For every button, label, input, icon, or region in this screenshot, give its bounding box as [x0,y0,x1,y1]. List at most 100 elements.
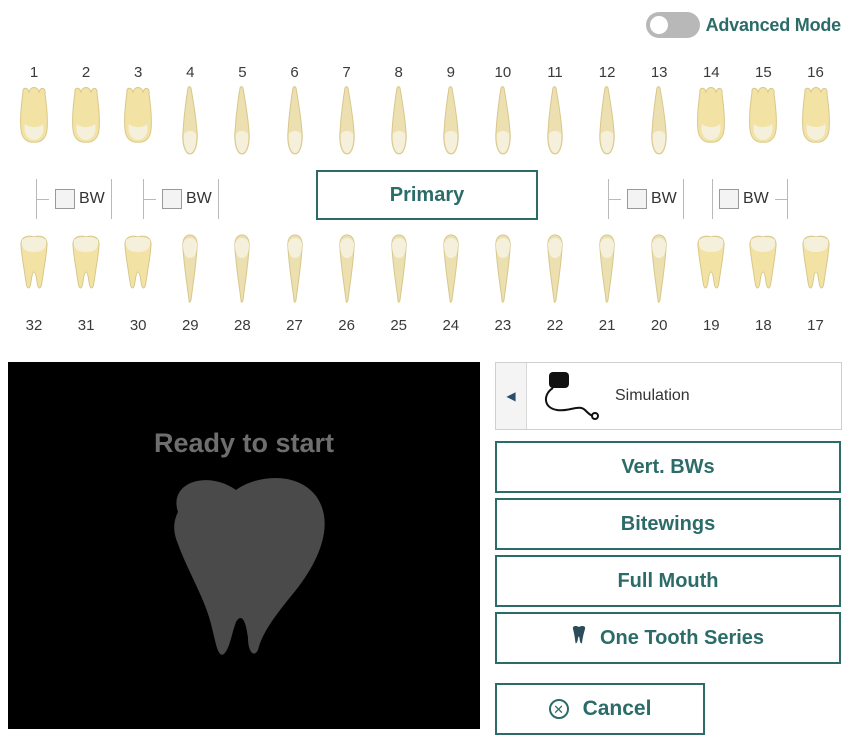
tooth-11[interactable] [545,86,565,156]
primary-button[interactable]: Primary [316,170,538,220]
lower-tooth-number: 19 [702,317,720,334]
tooth-7[interactable] [337,86,357,156]
checkbox[interactable] [55,189,75,209]
tooth-10[interactable] [493,86,513,156]
divider [682,179,684,219]
tooth-5[interactable] [232,86,252,156]
tooth-4[interactable] [180,86,200,156]
tooth-31[interactable] [71,234,101,292]
divider [110,179,112,219]
cancel-label: Cancel [582,697,652,720]
device-name: Simulation [615,387,690,404]
tooth-32[interactable] [19,234,49,292]
lower-teeth-row [0,234,845,310]
tooth-20[interactable] [649,234,669,304]
tooth-15[interactable] [748,86,778,144]
advanced-mode-toggle[interactable] [645,12,700,38]
tooth-24[interactable] [441,234,461,304]
tooth-19[interactable] [696,234,726,292]
tooth-30[interactable] [123,234,153,292]
cancel-button[interactable]: ✕ Cancel [495,683,705,735]
bitewings-button[interactable]: Bitewings [495,498,841,550]
divider [144,198,156,200]
checkbox[interactable] [162,189,182,209]
divider [774,198,787,200]
full-mouth-button[interactable]: Full Mouth [495,555,841,607]
bw-checkbox-1[interactable]: BW [55,189,105,209]
tooth-2[interactable] [71,86,101,144]
upper-tooth-number: 8 [394,64,403,81]
full-mouth-label: Full Mouth [617,569,719,592]
upper-tooth-number: 1 [29,64,39,81]
checkbox[interactable] [627,189,647,209]
tooth-14[interactable] [696,86,726,144]
tooth-18[interactable] [748,234,778,292]
upper-tooth-number: 4 [186,64,195,81]
tooth-3[interactable] [123,86,153,144]
tooth-8[interactable] [389,86,409,156]
tooth-16[interactable] [801,86,831,144]
checkbox[interactable] [719,189,739,209]
upper-tooth-number: 14 [702,64,720,81]
tooth-icon [572,625,586,650]
tooth-28[interactable] [232,234,252,304]
tooth-9[interactable] [441,86,461,156]
lower-tooth-number: 24 [442,317,460,334]
lower-tooth-number: 25 [390,317,408,334]
tooth-23[interactable] [493,234,513,304]
one-tooth-series-button[interactable]: One Tooth Series [495,612,841,664]
divider [217,179,219,219]
bw-group-lower-right: BW [712,176,788,222]
tooth-26[interactable] [337,234,357,304]
tooth-29[interactable] [180,234,200,304]
lower-tooth-numbers: 32 31 30 29 28 27 26 25 24 23 22 21 20 19 18 17 [0,317,845,337]
device-collapse-arrow[interactable]: ◀ [496,363,527,429]
device-selector[interactable]: ◀ Simulation [495,362,842,430]
tooth-12[interactable] [597,86,617,156]
tooth-21[interactable] [597,234,617,304]
bw-label: BW [79,190,105,207]
tooth-1[interactable] [19,86,49,144]
image-preview-panel: Ready to start [8,362,480,729]
upper-teeth-row [0,86,845,162]
upper-tooth-number: 16 [807,64,824,81]
tooth-17[interactable] [801,234,831,292]
lower-tooth-number: 29 [181,317,199,334]
upper-tooth-number: 12 [598,64,616,81]
lower-tooth-number: 20 [650,317,668,334]
tooth-13[interactable] [649,86,669,156]
divider [609,198,621,200]
upper-tooth-number: 7 [342,64,351,81]
advanced-mode-control: Advanced Mode [645,12,842,38]
upper-tooth-number: 9 [446,64,455,81]
lower-tooth-number: 27 [286,317,303,334]
upper-tooth-number: 5 [238,64,247,81]
tooth-25[interactable] [389,234,409,304]
bw-group-upper-right: BW [36,176,112,222]
lower-tooth-number: 31 [77,317,95,334]
vert-bws-label: Vert. BWs [621,455,715,478]
upper-tooth-number: 13 [650,64,668,81]
lower-tooth-number: 30 [129,317,147,334]
lower-tooth-number: 23 [494,317,512,334]
bw-checkbox-3[interactable]: BW [627,189,677,209]
lower-tooth-number: 21 [598,317,616,334]
upper-tooth-number: 3 [134,64,143,81]
lower-tooth-number: 32 [25,317,43,334]
upper-tooth-number: 15 [755,64,772,81]
lower-tooth-number: 18 [755,317,772,334]
bw-checkbox-4[interactable]: BW [719,189,769,209]
upper-tooth-number: 6 [290,64,299,81]
vert-bws-button[interactable]: Vert. BWs [495,441,841,493]
lower-tooth-number: 28 [234,317,251,334]
sensor-icon [539,368,601,425]
upper-tooth-number: 2 [81,64,91,81]
bw-checkbox-2[interactable]: BW [162,189,212,209]
lower-tooth-number: 22 [546,317,564,334]
tooth-27[interactable] [285,234,305,304]
tooth-22[interactable] [545,234,565,304]
toggle-knob [649,16,668,34]
bw-label: BW [186,190,212,207]
tooth-6[interactable] [285,86,305,156]
advanced-mode-label: Advanced Mode [705,14,842,35]
